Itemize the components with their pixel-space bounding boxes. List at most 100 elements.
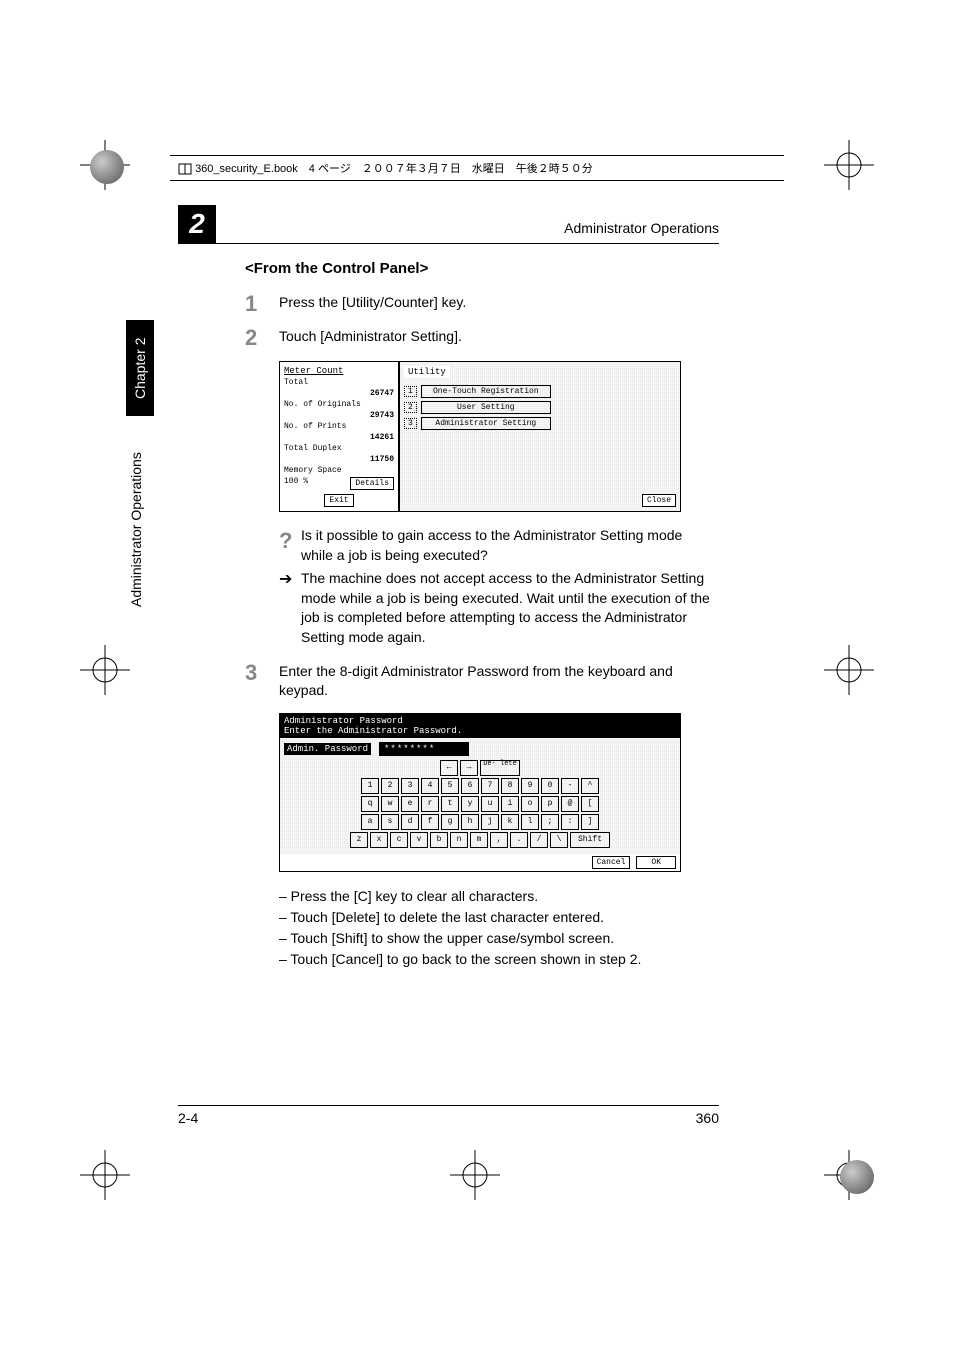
kb-key[interactable]: x [370, 832, 388, 848]
kb-key[interactable]: v [410, 832, 428, 848]
arrow-right-icon: ➔ [279, 569, 301, 647]
kb-key[interactable]: r [421, 796, 439, 812]
meter-label: No. of Originals [284, 400, 361, 409]
source-file-header: 360_security_E.book 4 ページ ２００７年３月７日 水曜日 … [170, 155, 784, 181]
kb-key[interactable]: h [461, 814, 479, 830]
kb-key[interactable]: ; [541, 814, 559, 830]
arrow-left-key[interactable]: ← [440, 760, 458, 776]
note-item: – Touch [Delete] to delete the last char… [279, 907, 715, 928]
kb-key[interactable]: - [561, 778, 579, 794]
kb-key[interactable]: 5 [441, 778, 459, 794]
kb-key[interactable]: n [450, 832, 468, 848]
kb-key[interactable]: q [361, 796, 379, 812]
step-2: 2 Touch [Administrator Setting]. [245, 327, 715, 349]
crop-mark-icon [824, 645, 874, 695]
pw-subtitle: Enter the Administrator Password. [284, 726, 676, 736]
notes-list: – Press the [C] key to clear all charact… [279, 886, 715, 970]
note-item: – Press the [C] key to clear all charact… [279, 886, 715, 907]
kb-key[interactable]: 4 [421, 778, 439, 794]
question-mark-icon: ? [279, 526, 301, 565]
kb-key[interactable]: : [561, 814, 579, 830]
pw-title: Administrator Password [284, 716, 676, 726]
kb-key[interactable]: p [541, 796, 559, 812]
kb-row-z: zxcvbnm,./\Shift [284, 832, 676, 848]
user-setting-button[interactable]: User Setting [421, 401, 551, 414]
kb-key[interactable]: / [530, 832, 548, 848]
pw-field[interactable]: ******** [379, 742, 469, 756]
qa-answer: The machine does not accept access to th… [301, 569, 715, 647]
kb-key[interactable]: a [361, 814, 379, 830]
binding-hole-icon [840, 1160, 874, 1194]
kb-key[interactable]: , [490, 832, 508, 848]
kb-key[interactable]: w [381, 796, 399, 812]
kb-key[interactable]: z [350, 832, 368, 848]
note-item: – Touch [Cancel] to go back to the scree… [279, 949, 715, 970]
step-number: 3 [245, 662, 279, 684]
kb-key[interactable]: s [381, 814, 399, 830]
arrow-right-key[interactable]: → [460, 760, 478, 776]
meter-value: 29743 [370, 411, 394, 420]
kb-key[interactable]: l [521, 814, 539, 830]
kb-key[interactable]: f [421, 814, 439, 830]
cancel-button[interactable]: Cancel [592, 856, 631, 869]
kb-key[interactable]: [ [581, 796, 599, 812]
crop-mark-icon [80, 645, 130, 695]
kb-key[interactable]: . [510, 832, 528, 848]
kb-key[interactable]: u [481, 796, 499, 812]
meter-value: 26747 [370, 389, 394, 398]
menu-num: 3 [404, 418, 417, 429]
kb-key[interactable]: k [501, 814, 519, 830]
kb-key[interactable]: m [470, 832, 488, 848]
kb-key[interactable]: 9 [521, 778, 539, 794]
menu-num: 2 [404, 402, 417, 413]
kb-key[interactable]: e [401, 796, 419, 812]
administrator-setting-button[interactable]: Administrator Setting [421, 417, 551, 430]
step-text: Enter the 8-digit Administrator Password… [279, 662, 715, 701]
kb-key[interactable]: i [501, 796, 519, 812]
header-rule [178, 243, 719, 244]
kb-key[interactable]: 8 [501, 778, 519, 794]
kb-key[interactable]: g [441, 814, 459, 830]
delete-key[interactable]: De- lete [480, 760, 520, 776]
note-item: – Touch [Shift] to show the upper case/s… [279, 928, 715, 949]
meter-label: No. of Prints [284, 422, 346, 431]
chapter-side-text: Administrator Operations [128, 430, 144, 630]
kb-key[interactable]: j [481, 814, 499, 830]
step-text: Press the [Utility/Counter] key. [279, 293, 715, 313]
kb-key[interactable]: ^ [581, 778, 599, 794]
close-button[interactable]: Close [642, 494, 676, 507]
kb-key[interactable]: t [441, 796, 459, 812]
shift-key[interactable]: Shift [570, 832, 610, 848]
meter-label: Memory Space [284, 466, 342, 475]
kb-key[interactable]: c [390, 832, 408, 848]
ok-button[interactable]: OK [636, 856, 676, 869]
qa-block: ? Is it possible to gain access to the A… [279, 526, 715, 648]
kb-key[interactable]: o [521, 796, 539, 812]
kb-key[interactable]: ] [581, 814, 599, 830]
kb-key[interactable]: y [461, 796, 479, 812]
crop-mark-icon [450, 1150, 500, 1200]
kb-key[interactable]: 7 [481, 778, 499, 794]
kb-key[interactable]: d [401, 814, 419, 830]
kb-key[interactable]: @ [561, 796, 579, 812]
kb-key[interactable]: \ [550, 832, 568, 848]
kb-key[interactable]: 2 [381, 778, 399, 794]
kb-key[interactable]: b [430, 832, 448, 848]
meter-value: 11750 [370, 455, 394, 464]
binding-hole-icon [90, 150, 124, 184]
running-header: Administrator Operations [564, 220, 719, 236]
one-touch-registration-button[interactable]: One-Touch Registration [421, 385, 551, 398]
meter-value: 100 % [284, 477, 308, 490]
menu-num: 1 [404, 386, 417, 397]
qa-question: Is it possible to gain access to the Adm… [301, 526, 715, 565]
meter-value: 14261 [370, 433, 394, 442]
kb-key[interactable]: 0 [541, 778, 559, 794]
step-1: 1 Press the [Utility/Counter] key. [245, 293, 715, 315]
exit-button[interactable]: Exit [324, 494, 353, 507]
kb-key[interactable]: 1 [361, 778, 379, 794]
kb-key[interactable]: 3 [401, 778, 419, 794]
kb-key[interactable]: 6 [461, 778, 479, 794]
meter-label: Total Duplex [284, 444, 342, 453]
book-icon [178, 162, 192, 176]
details-button[interactable]: Details [350, 477, 394, 490]
